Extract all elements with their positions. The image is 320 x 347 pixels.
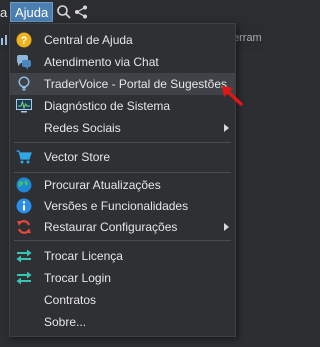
menu-item-central-de-ajuda[interactable]: ? Central de Ajuda: [10, 29, 235, 51]
menu-item-label: TraderVoice - Portal de Sugestões: [44, 77, 227, 91]
monitor-icon: [16, 98, 32, 114]
menu-item-label: Trocar Licença: [44, 249, 123, 263]
menu-item-trocar-login[interactable]: Trocar Login: [10, 267, 235, 289]
submenu-arrow-icon: [224, 124, 229, 132]
menu-item-procurar-atualizacoes[interactable]: Procurar Atualizações: [10, 174, 235, 196]
toolbar-ghost-text: erram: [233, 32, 262, 44]
menu-item-tradervoice[interactable]: TraderVoice - Portal de Sugestões: [10, 73, 235, 95]
swap-icon: [16, 248, 32, 264]
menu-separator: [14, 172, 231, 173]
swap-icon: [16, 270, 32, 286]
menu-item-label: Redes Sociais: [44, 121, 121, 135]
menu-item-atendimento-via-chat[interactable]: Atendimento via Chat: [10, 51, 235, 73]
menu-item-label: Procurar Atualizações: [44, 178, 161, 192]
help-icon: ?: [16, 32, 32, 48]
menu-item-label: Central de Ajuda: [44, 33, 133, 47]
menu-item-label: Restaurar Configurações: [44, 220, 178, 234]
lightbulb-icon: [16, 76, 32, 92]
menu-item-label: Trocar Login: [44, 271, 111, 285]
menu-item-sobre[interactable]: Sobre...: [10, 311, 235, 333]
menu-item-label: Atendimento via Chat: [44, 55, 159, 69]
refresh-icon: [16, 219, 32, 235]
menu-item-redes-sociais[interactable]: Redes Sociais: [10, 117, 235, 139]
submenu-arrow-icon: [224, 223, 229, 231]
menu-prev-fragment[interactable]: a: [0, 5, 7, 20]
search-icon[interactable]: [56, 4, 72, 20]
globe-icon: [16, 177, 32, 193]
menu-item-restaurar-configuracoes[interactable]: Restaurar Configurações: [10, 216, 235, 238]
menu-item-diagnostico[interactable]: Diagnóstico de Sistema: [10, 95, 235, 117]
chat-icon: [16, 54, 32, 70]
menu-ajuda[interactable]: Ajuda: [10, 2, 54, 22]
menu-item-vector-store[interactable]: Vector Store: [10, 146, 235, 168]
menu-item-label: Contratos: [44, 293, 97, 307]
share-icon[interactable]: [73, 4, 89, 20]
menu-separator: [14, 240, 231, 241]
menu-item-versoes[interactable]: Versões e Funcionalidades: [10, 195, 235, 217]
svg-text:?: ?: [21, 35, 28, 47]
menu-item-label: Vector Store: [44, 150, 111, 164]
menu-bar: a Ajuda: [0, 0, 264, 24]
menu-separator: [14, 142, 231, 143]
menu-item-contratos[interactable]: Contratos: [10, 289, 235, 311]
menu-item-label: Versões e Funcionalidades: [44, 199, 189, 213]
pointer-arrow-icon: [222, 86, 243, 106]
menu-item-label: Sobre...: [44, 315, 87, 329]
info-icon: [16, 198, 32, 214]
cart-icon: [16, 149, 32, 165]
menu-item-trocar-licenca[interactable]: Trocar Licença: [10, 245, 235, 267]
help-dropdown-menu: ? Central de Ajuda Atendimento via Chat …: [9, 23, 236, 337]
menu-item-label: Diagnóstico de Sistema: [44, 99, 171, 113]
